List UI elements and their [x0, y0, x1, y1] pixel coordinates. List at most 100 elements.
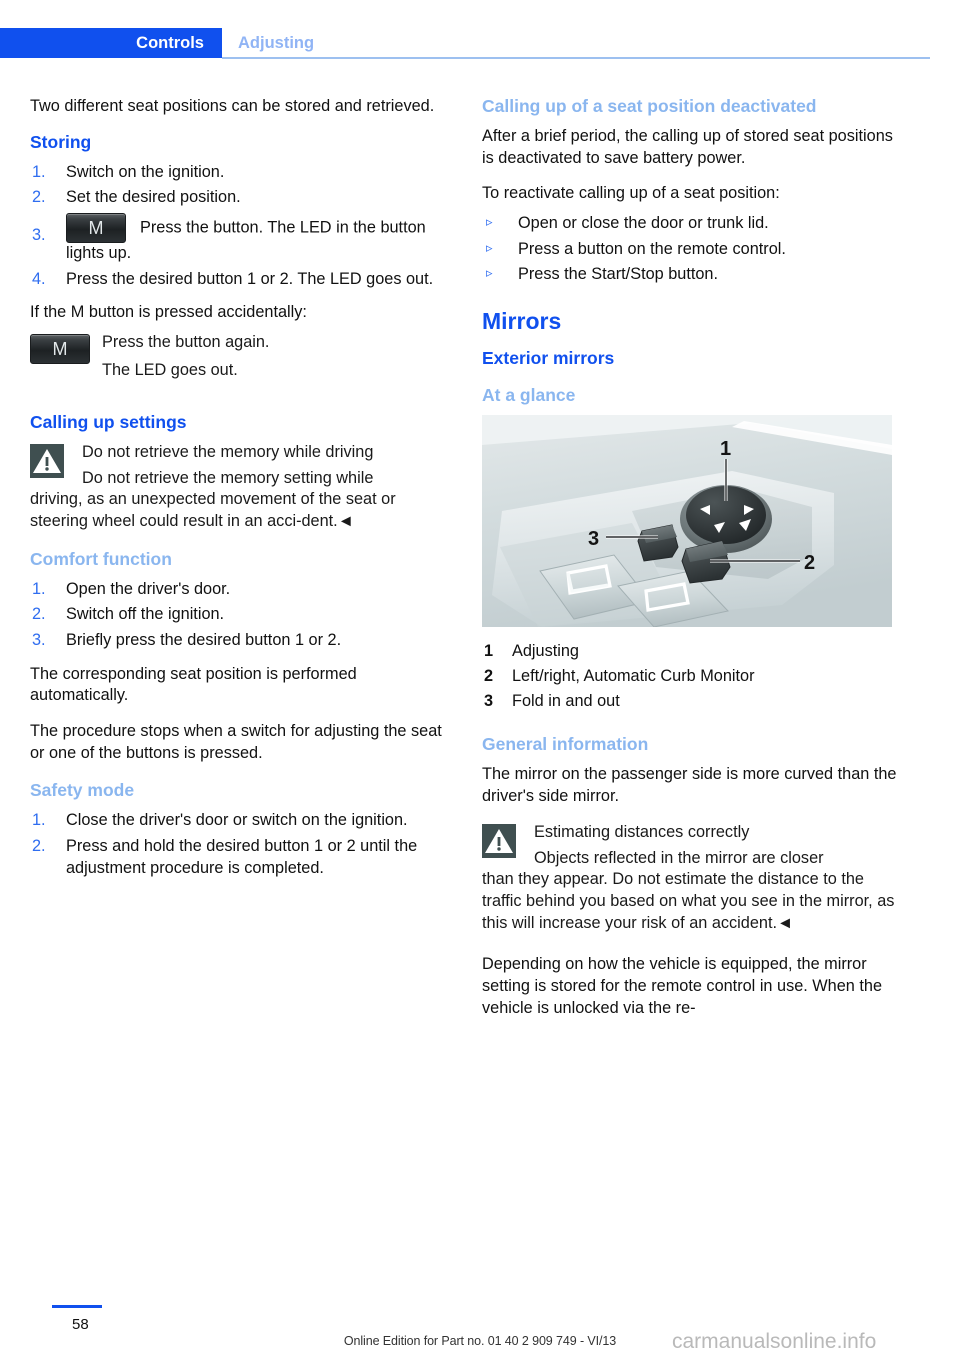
warning-body-rest: than they appear. Do not estimate the di… — [482, 870, 895, 932]
step-text: Switch on the ignition. — [66, 162, 225, 181]
step-text: Briefly press the desired button 1 or 2. — [66, 631, 342, 650]
triangle-bullet-icon: ▹ — [486, 239, 493, 255]
step-number: 2. — [32, 837, 46, 856]
heading-calling-up-settings: Calling up settings — [30, 412, 187, 433]
heading-storing: Storing — [30, 131, 92, 152]
warning-block-distances: Estimating distances correctly Objects r… — [482, 822, 902, 934]
list-item: 3 Fold in and out — [482, 691, 902, 713]
list-item: 2. Set the desired position. — [30, 187, 450, 209]
list-item: ▹ Press a button on the remote control. — [482, 239, 902, 261]
step-text: Press and hold the desired button 1 or 2… — [66, 837, 418, 877]
m-button-icon: M — [66, 213, 126, 244]
warning-body-rest: driving, as an unexpected movement of th… — [30, 490, 396, 531]
list-item: ▹ Open or close the door or trunk lid. — [482, 213, 902, 235]
heading-general-information: General information — [482, 734, 649, 755]
warning-body-first-line: Objects reflected in the mirror are clos… — [534, 848, 824, 867]
legend-number: 1 — [484, 642, 494, 661]
list-item: 2 Left/right, Automatic Curb Monitor — [482, 666, 902, 688]
page-header: Controls Adjusting — [0, 28, 960, 58]
bullet-text: Open or close the door or trunk lid. — [518, 214, 769, 233]
safety-mode-steps-list: 1. Close the driver's door or switch on … — [30, 810, 450, 879]
warning-body-first-line: Do not retrieve the memory setting while — [82, 468, 374, 487]
warning-block-memory: Do not retrieve the memory while driving… — [30, 442, 450, 533]
header-divider — [222, 57, 930, 59]
accidental-press-line-2: The LED goes out. — [102, 360, 238, 379]
warning-title: Estimating distances correctly — [534, 822, 750, 841]
accidental-press-line-1: Press the button again. — [102, 333, 270, 352]
warning-triangle-icon-shape — [30, 444, 64, 479]
breadcrumb-tab-controls: Controls — [0, 28, 222, 58]
comfort-function-paragraph-1: The corresponding seat position is perfo… — [30, 664, 357, 705]
step-number: 4. — [32, 269, 46, 288]
m-button-icon-glyph: M — [88, 218, 104, 239]
figure-mirror-controls: 1 2 3 — [482, 415, 892, 628]
legend-text: Left/right, Automatic Curb Monitor — [512, 667, 755, 686]
legend-number: 2 — [484, 667, 494, 686]
m-button-icon: M — [30, 334, 90, 365]
calling-deactivated-paragraph-2: To reactivate calling up of a seat posit… — [482, 184, 780, 203]
m-button-icon-shape: M — [30, 334, 90, 365]
list-item: 1. Switch on the ignition. — [30, 162, 450, 184]
comfort-function-steps-list: 1. Open the driver's door. 2. Switch off… — [30, 579, 450, 652]
heading-exterior-mirrors: Exterior mirrors — [482, 348, 615, 369]
breadcrumb-tab-controls-label: Controls — [136, 34, 204, 52]
heading-comfort-function: Comfort function — [30, 548, 172, 569]
step-text: Open the driver's door. — [66, 579, 231, 598]
step-text: Press the desired button 1 or 2. The LED… — [66, 269, 434, 288]
list-item: 1. Open the driver's door. — [30, 579, 450, 601]
warning-triangle-icon-shape — [482, 823, 516, 858]
svg-text:2: 2 — [804, 552, 815, 574]
figure-legend-list: 1 Adjusting 2 Left/right, Automatic Curb… — [482, 641, 902, 712]
step-number: 3. — [32, 631, 46, 650]
breadcrumb-tab-adjusting: Adjusting — [238, 28, 314, 58]
step-number: 3. — [32, 226, 46, 245]
accidental-press-intro: If the M button is pressed accidentally: — [30, 303, 307, 322]
list-item: 1. Close the driver's door or switch on … — [30, 810, 450, 832]
svg-text:1: 1 — [720, 438, 731, 460]
footer-accent-rule — [52, 1305, 102, 1308]
list-item: 1 Adjusting — [482, 641, 902, 663]
comfort-function-paragraph-2: The procedure stops when a switch for ad… — [30, 722, 442, 762]
left-column: Two different seat positions can be stor… — [30, 96, 450, 891]
heading-safety-mode: Safety mode — [30, 780, 135, 801]
legend-text: Fold in and out — [512, 691, 620, 710]
calling-deactivated-paragraph-1: After a brief period, the calling up of … — [482, 127, 893, 167]
list-item: ▹ Press the Start/Stop button. — [482, 264, 902, 286]
list-item: 3. M Press the button. The LED in the bu… — [30, 213, 450, 265]
step-number: 1. — [32, 162, 46, 181]
m-button-icon-glyph: M — [52, 339, 68, 360]
reactivate-bullet-list: ▹ Open or close the door or trunk lid. ▹… — [482, 213, 902, 286]
list-item: 2. Press and hold the desired button 1 o… — [30, 836, 450, 879]
list-item: 3. Briefly press the desired button 1 or… — [30, 630, 450, 652]
accidental-press-text: Press the button again. The LED goes out… — [30, 332, 450, 381]
accidental-press-block: M Press the button again. The LED goes o… — [30, 332, 450, 384]
step-text: Set the desired position. — [66, 188, 241, 207]
warning-title: Do not retrieve the memory while driving — [82, 443, 374, 462]
watermark-text: carmanualsonline.info — [672, 1330, 877, 1353]
step-text: Close the driver's door or switch on the… — [66, 811, 408, 830]
step-number: 2. — [32, 188, 46, 207]
step-text: Switch off the ignition. — [66, 605, 225, 624]
legend-number: 3 — [484, 691, 494, 710]
step-number: 2. — [32, 605, 46, 624]
heading-mirrors: Mirrors — [482, 308, 562, 335]
step-number: 1. — [32, 579, 46, 598]
breadcrumb-tab-adjusting-label: Adjusting — [238, 34, 315, 52]
svg-text:3: 3 — [588, 528, 599, 550]
warning-triangle-icon — [482, 823, 516, 858]
step-number: 1. — [32, 811, 46, 830]
m-button-icon-shape: M — [66, 213, 126, 244]
bullet-text: Press a button on the remote control. — [518, 239, 786, 258]
legend-text: Adjusting — [512, 642, 579, 661]
heading-calling-up-deactivated: Calling up of a seat position deactivate… — [482, 96, 817, 116]
storing-steps-list: 1. Switch on the ignition. 2. Set the de… — [30, 162, 450, 291]
warning-triangle-icon — [30, 444, 64, 479]
intro-paragraph: Two different seat positions can be stor… — [30, 97, 435, 115]
list-item: 2. Switch off the ignition. — [30, 604, 450, 626]
page-number: 58 — [72, 1316, 89, 1333]
right-column: Calling up of a seat position deactivate… — [482, 96, 902, 1033]
heading-at-a-glance: At a glance — [482, 385, 576, 406]
bullet-text: Press the Start/Stop button. — [518, 265, 719, 284]
general-info-paragraph-1: The mirror on the passenger side is more… — [482, 765, 897, 806]
list-item: 4. Press the desired button 1 or 2. The … — [30, 269, 450, 291]
